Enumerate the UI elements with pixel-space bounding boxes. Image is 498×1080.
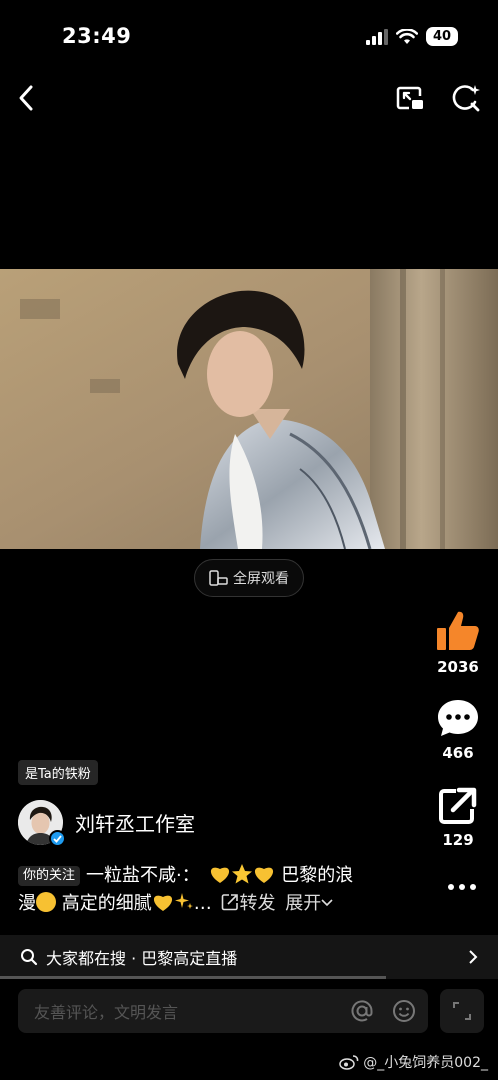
more-options-button[interactable] [448,884,476,890]
more-dot-icon [470,884,476,890]
author-row[interactable]: 刘轩丞工作室 [18,800,195,847]
at-mention-icon[interactable] [350,999,374,1023]
expand-label[interactable]: 展开 [285,893,321,914]
battery-indicator: 40 [426,27,458,46]
status-bar: 23:49 40 [0,0,498,70]
caption-text-1: 一粒盐不咸·： [86,865,200,886]
weibo-logo-icon [339,1055,359,1070]
repost-label[interactable]: 转发 [239,893,275,914]
share-count: 129 [442,831,474,849]
status-time: 23:49 [62,24,132,48]
repost-icon [222,894,239,911]
fullscreen-button[interactable]: 全屏观看 [194,559,304,597]
yellow-heart-icon [211,867,230,883]
expand-comments-button[interactable] [440,989,484,1033]
chevron-left-icon [19,85,33,111]
comment-input[interactable]: 友善评论，文明发言 [18,989,428,1033]
comment-placeholder: 友善评论，文明发言 [34,1003,179,1022]
caption-text-2b: 高定的细腻 [61,893,152,914]
like-count: 2036 [437,658,479,676]
chevron-down-icon [321,899,333,907]
verified-badge-icon [49,830,66,847]
share-icon [439,787,477,824]
author-name[interactable]: 刘轩丞工作室 [75,808,195,837]
comment-count: 466 [442,744,474,762]
yellow-heart-icon [255,867,274,883]
search-button[interactable] [446,78,486,118]
avatar[interactable] [18,800,66,847]
top-nav [0,78,498,118]
back-button[interactable] [6,78,46,118]
cellular-signal-icon [366,28,388,45]
emoji-icon[interactable] [392,999,416,1023]
sparkles-icon [174,893,193,909]
yellow-heart-icon [153,895,172,911]
fullscreen-label: 全屏观看 [233,571,289,587]
post-caption[interactable]: 你的关注 一粒盐不咸·： 巴黎的浪 漫 高定的细腻 … 转发 展开 [18,862,398,918]
trending-search-text: 大家都在搜 · 巴黎高定直播 [46,949,238,968]
follow-badge: 你的关注 [18,866,81,886]
video-progress-bar[interactable] [0,976,386,979]
caption-text-2a: 漫 [18,893,36,914]
search-sparkle-icon [452,85,480,112]
expand-icon [453,1002,471,1020]
caption-ellipsis: … [193,893,212,914]
comment-bubble-icon [438,700,478,736]
picture-in-picture-icon [396,86,423,110]
chevron-right-icon [469,950,478,964]
thumbs-up-icon [437,611,479,650]
fan-badge: 是Ta的铁粉 [18,760,98,785]
watermark-text: @_小兔饲养员002_ [363,1055,488,1071]
wifi-icon [396,28,418,44]
like-action[interactable]: 2036 [418,610,498,676]
rotate-phone-icon [209,570,228,586]
yellow-circle-icon [36,892,56,912]
share-action[interactable]: 129 [418,787,498,849]
more-dot-icon [459,884,465,890]
more-dot-icon [448,884,454,890]
video-player[interactable] [0,269,498,549]
status-icons: 40 [366,27,458,46]
comment-action[interactable]: 466 [418,698,498,762]
caption-text-1-tail: 巴黎的浪 [281,865,354,886]
comment-tools [350,999,416,1023]
search-icon [21,949,38,966]
video-frame [0,269,498,549]
weibo-watermark: @_小兔饲养员002_ [339,1052,488,1072]
pip-button[interactable] [390,78,430,118]
trending-search-bar[interactable]: 大家都在搜 · 巴黎高定直播 [0,935,498,979]
star-icon [232,864,253,884]
